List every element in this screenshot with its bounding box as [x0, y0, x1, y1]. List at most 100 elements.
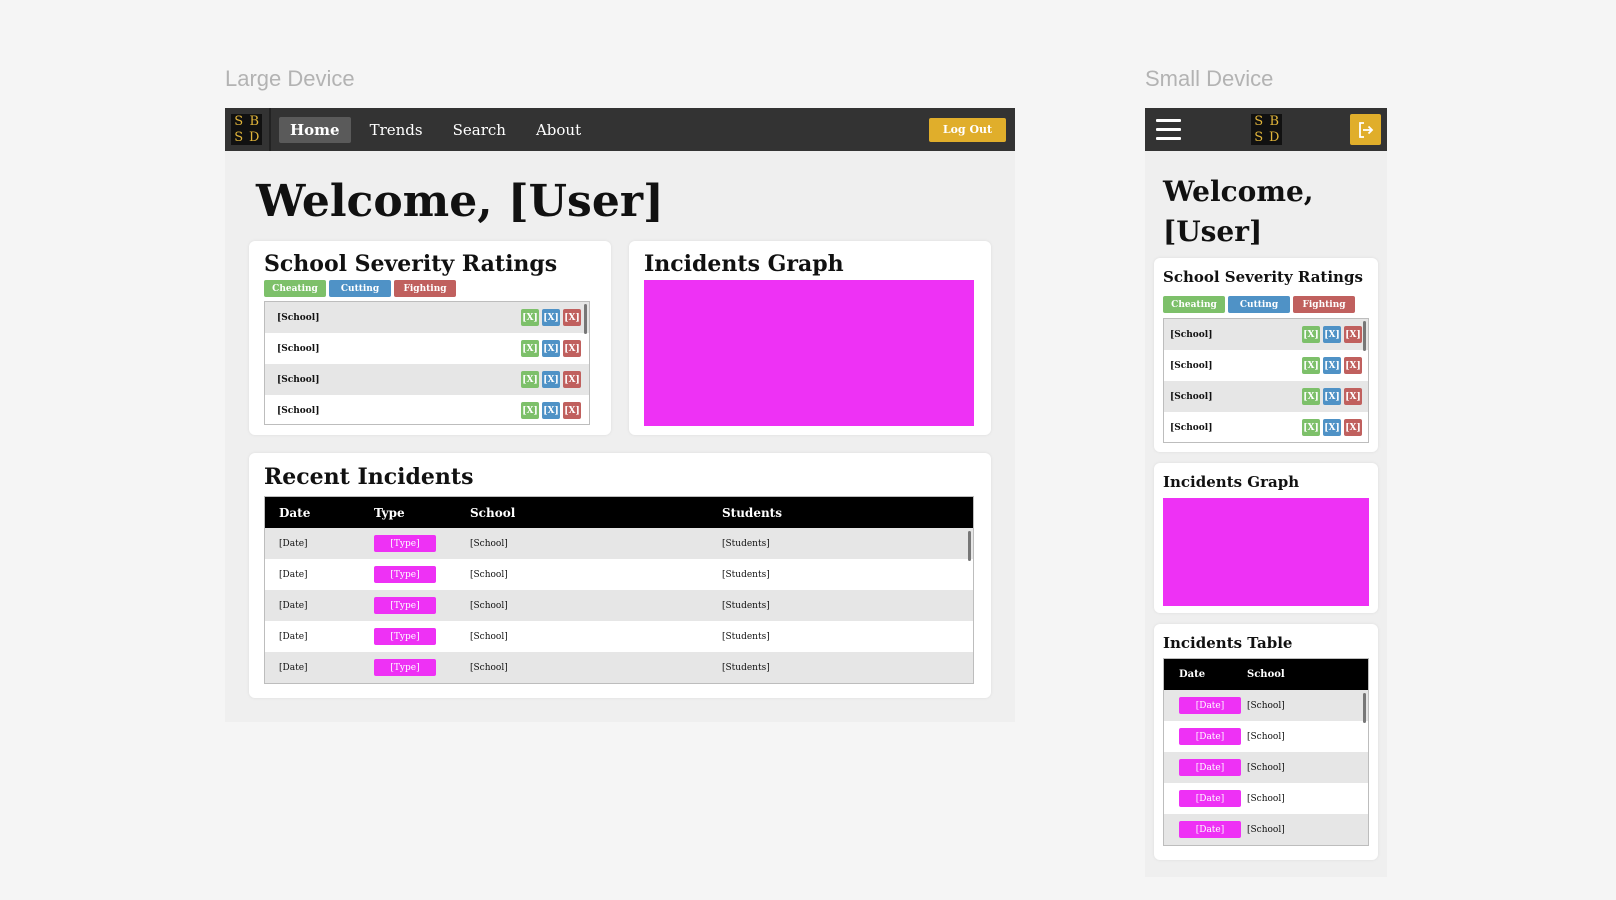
- severity-list[interactable]: [School] [X] [X] [X] [School] [X] [X] [X…: [264, 301, 590, 425]
- recent-incidents-table: Date Type School Students [Date] [Type] …: [265, 497, 973, 683]
- rating-fighting: [X]: [1344, 419, 1362, 436]
- incidents-graph[interactable]: [1163, 498, 1369, 606]
- school-name: [School]: [1170, 391, 1213, 402]
- logo[interactable]: S B S D: [1251, 114, 1282, 145]
- cell-date: [Date]: [265, 590, 374, 621]
- table-row[interactable]: [Date] [Type] [School] [Students]: [265, 652, 973, 683]
- rating-fighting: [X]: [563, 402, 581, 419]
- rating-cheating: [X]: [521, 402, 539, 419]
- top-navbar: S B S D Home Trends Search About Log Out: [225, 108, 1015, 151]
- nav-trends[interactable]: Trends: [359, 117, 434, 143]
- welcome-heading: Welcome, [User]: [256, 176, 664, 227]
- rating-cutting: [X]: [542, 309, 560, 326]
- logo[interactable]: S B S D: [231, 114, 262, 145]
- date-tag: [Date]: [1179, 759, 1241, 776]
- school-name: [School]: [1170, 329, 1213, 340]
- table-row[interactable]: [Date] [School]: [1164, 814, 1368, 845]
- type-tag: [Type]: [374, 628, 436, 645]
- list-item[interactable]: [School] [X] [X] [X]: [1164, 350, 1368, 381]
- rating-cheating: [X]: [1302, 419, 1320, 436]
- table-row[interactable]: [Date] [School]: [1164, 783, 1368, 814]
- chip-cutting[interactable]: Cutting: [1228, 296, 1290, 313]
- list-item[interactable]: [School] [X] [X] [X]: [265, 302, 589, 333]
- school-name: [School]: [277, 374, 320, 385]
- chip-cheating[interactable]: Cheating: [1163, 296, 1225, 313]
- severity-legend: Cheating Cutting Fighting: [264, 280, 459, 297]
- nav-home[interactable]: Home: [279, 116, 351, 143]
- list-item[interactable]: [School] [X] [X] [X]: [1164, 412, 1368, 442]
- severity-ratings-card: School Severity Ratings Cheating Cutting…: [249, 241, 611, 435]
- cell-school: [School]: [470, 652, 722, 683]
- rating-fighting: [X]: [1344, 388, 1362, 405]
- date-tag: [Date]: [1179, 821, 1241, 838]
- graph-title: Incidents Graph: [1163, 473, 1300, 491]
- table-row[interactable]: [Date] [Type] [School] [Students]: [265, 559, 973, 590]
- list-item[interactable]: [School] [X] [X] [X]: [1164, 319, 1368, 350]
- recent-incidents-title: Recent Incidents: [264, 464, 474, 490]
- date-tag: [Date]: [1179, 728, 1241, 745]
- cell-date: [Date]: [265, 528, 374, 559]
- chip-cheating[interactable]: Cheating: [264, 280, 326, 297]
- logout-icon[interactable]: [1350, 114, 1381, 145]
- column-header[interactable]: Type: [374, 497, 470, 528]
- cell-students: [Students]: [722, 528, 973, 559]
- table-row[interactable]: [Date] [Type] [School] [Students]: [265, 528, 973, 559]
- list-item[interactable]: [School] [X] [X] [X]: [265, 395, 589, 424]
- list-item[interactable]: [School] [X] [X] [X]: [265, 333, 589, 364]
- table-row[interactable]: [Date] [Type] [School] [Students]: [265, 590, 973, 621]
- rating-fighting: [X]: [1344, 326, 1362, 343]
- severity-title: School Severity Ratings: [1163, 268, 1363, 286]
- school-name: [School]: [277, 312, 320, 323]
- column-header[interactable]: School: [470, 497, 722, 528]
- incidents-table-wrap: Date School [Date] [School] [Date] [Scho…: [1163, 658, 1369, 846]
- cell-school: [School]: [1247, 783, 1368, 814]
- rating-cutting: [X]: [1323, 326, 1341, 343]
- nav-search[interactable]: Search: [442, 117, 517, 143]
- rating-fighting: [X]: [563, 340, 581, 357]
- date-tag: [Date]: [1179, 790, 1241, 807]
- rating-cheating: [X]: [1302, 357, 1320, 374]
- severity-title: School Severity Ratings: [264, 251, 558, 277]
- cell-school: [School]: [470, 590, 722, 621]
- list-item[interactable]: [School] [X] [X] [X]: [265, 364, 589, 395]
- cell-students: [Students]: [722, 621, 973, 652]
- column-header[interactable]: Students: [722, 497, 973, 528]
- column-header[interactable]: Date: [1164, 659, 1247, 690]
- column-header[interactable]: Date: [265, 497, 374, 528]
- rating-cheating: [X]: [521, 371, 539, 388]
- graph-title: Incidents Graph: [644, 251, 844, 277]
- large-device-label: Large Device: [225, 66, 355, 91]
- table-row[interactable]: [Date] [School]: [1164, 752, 1368, 783]
- scrollbar[interactable]: [968, 531, 971, 561]
- table-row[interactable]: [Date] [School]: [1164, 721, 1368, 752]
- scrollbar[interactable]: [1363, 321, 1366, 351]
- small-device-label: Small Device: [1145, 66, 1274, 91]
- incidents-graph[interactable]: [644, 280, 974, 426]
- rating-fighting: [X]: [563, 309, 581, 326]
- chip-fighting[interactable]: Fighting: [394, 280, 456, 297]
- recent-incidents-table-wrap: Date Type School Students [Date] [Type] …: [264, 496, 974, 684]
- hamburger-icon[interactable]: [1156, 119, 1181, 140]
- nav-about[interactable]: About: [525, 117, 592, 143]
- chip-cutting[interactable]: Cutting: [329, 280, 391, 297]
- welcome-heading: Welcome, [User]: [1163, 175, 1314, 248]
- table-row[interactable]: [Date] [School]: [1164, 690, 1368, 721]
- school-name: [School]: [277, 405, 320, 416]
- severity-legend: Cheating Cutting Fighting: [1163, 296, 1358, 313]
- column-header[interactable]: School: [1247, 659, 1368, 690]
- incidents-table-card: Incidents Table Date School [Date] [Scho…: [1154, 624, 1378, 860]
- rating-cutting: [X]: [542, 340, 560, 357]
- rating-fighting: [X]: [1344, 357, 1362, 374]
- scrollbar[interactable]: [584, 304, 587, 334]
- table-row[interactable]: [Date] [Type] [School] [Students]: [265, 621, 973, 652]
- cell-school: [School]: [1247, 721, 1368, 752]
- logout-button[interactable]: Log Out: [929, 117, 1006, 142]
- severity-list[interactable]: [School] [X] [X] [X] [School] [X] [X] [X…: [1163, 318, 1369, 443]
- cell-school: [School]: [1247, 814, 1368, 845]
- cell-students: [Students]: [722, 590, 973, 621]
- list-item[interactable]: [School] [X] [X] [X]: [1164, 381, 1368, 412]
- scrollbar[interactable]: [1363, 693, 1366, 723]
- cell-students: [Students]: [722, 559, 973, 590]
- cell-school: [School]: [470, 621, 722, 652]
- chip-fighting[interactable]: Fighting: [1293, 296, 1355, 313]
